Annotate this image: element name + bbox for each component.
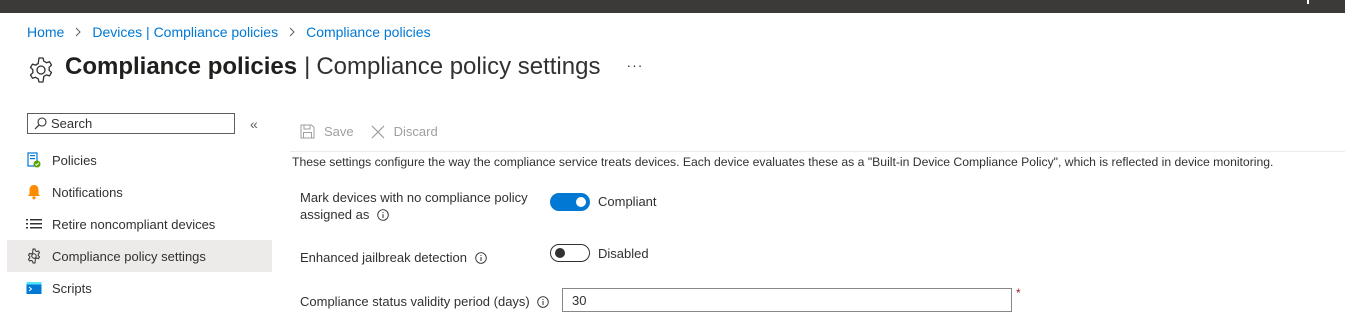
page-title: Compliance policies [65,53,298,80]
info-icon[interactable] [377,209,389,221]
search-input[interactable] [51,116,221,131]
topbar-glyph [1307,0,1309,4]
more-options-button[interactable]: ··· [626,57,643,73]
list-icon [26,216,42,232]
close-icon [371,125,385,138]
title-separator: | [304,53,311,80]
sidebar-item-label: Scripts [52,280,92,296]
info-icon[interactable] [474,252,487,264]
chevron-right-icon [289,27,295,37]
sidebar-item-label: Notifications [52,184,123,200]
jailbreak-toggle[interactable] [550,244,590,262]
discard-label: Discard [393,124,438,139]
top-bar [0,0,1345,13]
discard-button[interactable]: Discard [371,124,438,139]
breadcrumb-devices[interactable]: Devices | Compliance policies [92,24,278,40]
sidebar-item-notifications[interactable]: Notifications [7,176,272,208]
breadcrumb: Home Devices | Compliance policies Compl… [27,23,431,41]
sidebar-item-scripts[interactable]: Scripts [7,272,272,304]
sidebar-item-label: Retire noncompliant devices [52,216,216,232]
mark-devices-toggle[interactable] [550,193,590,211]
breadcrumb-compliance-policies[interactable]: Compliance policies [306,24,431,40]
bell-icon [26,184,42,200]
script-icon [26,280,42,296]
page-header: Compliance policies | Compliance policy … [26,50,643,84]
sidebar-item-policies[interactable]: Policies [7,144,272,176]
mark-devices-label: Mark devices with no compliance policy a… [300,189,528,223]
policies-icon [26,152,42,168]
search-box[interactable] [27,113,235,134]
gear-icon [29,57,53,83]
required-indicator: * [1016,286,1021,300]
breadcrumb-home[interactable]: Home [27,24,64,40]
collapse-sidebar-button[interactable]: « [250,116,258,132]
save-label: Save [324,124,354,139]
settings-description: These settings configure the way the com… [292,155,1274,169]
info-icon[interactable] [537,296,550,308]
sidebar-item-label: Compliance policy settings [52,248,206,264]
jailbreak-label: Enhanced jailbreak detection [300,249,487,266]
validity-days-input[interactable] [562,288,1012,312]
mark-devices-label-line2: assigned as [300,207,370,222]
jailbreak-value: Disabled [598,246,649,261]
toggle-knob [555,248,565,258]
chevron-right-icon [76,27,82,37]
sidebar-item-retire-noncompliant[interactable]: Retire noncompliant devices [7,208,272,240]
sidebar-item-compliance-policy-settings[interactable]: Compliance policy settings [7,240,272,272]
save-icon [300,124,315,139]
mark-devices-value: Compliant [598,194,657,209]
jailbreak-label-text: Enhanced jailbreak detection [300,250,467,265]
toggle-knob [576,197,586,207]
command-bar: Save Discard [300,124,455,139]
gear-icon [26,248,42,264]
toolbar-divider [290,151,1345,152]
search-icon [34,117,47,130]
sidebar-item-label: Policies [52,152,97,168]
page-subtitle: Compliance policy settings [316,53,601,80]
validity-label-text: Compliance status validity period (days) [300,294,530,309]
mark-devices-label-line1: Mark devices with no compliance policy [300,190,528,205]
validity-label: Compliance status validity period (days) [300,293,550,310]
save-button[interactable]: Save [300,124,354,139]
